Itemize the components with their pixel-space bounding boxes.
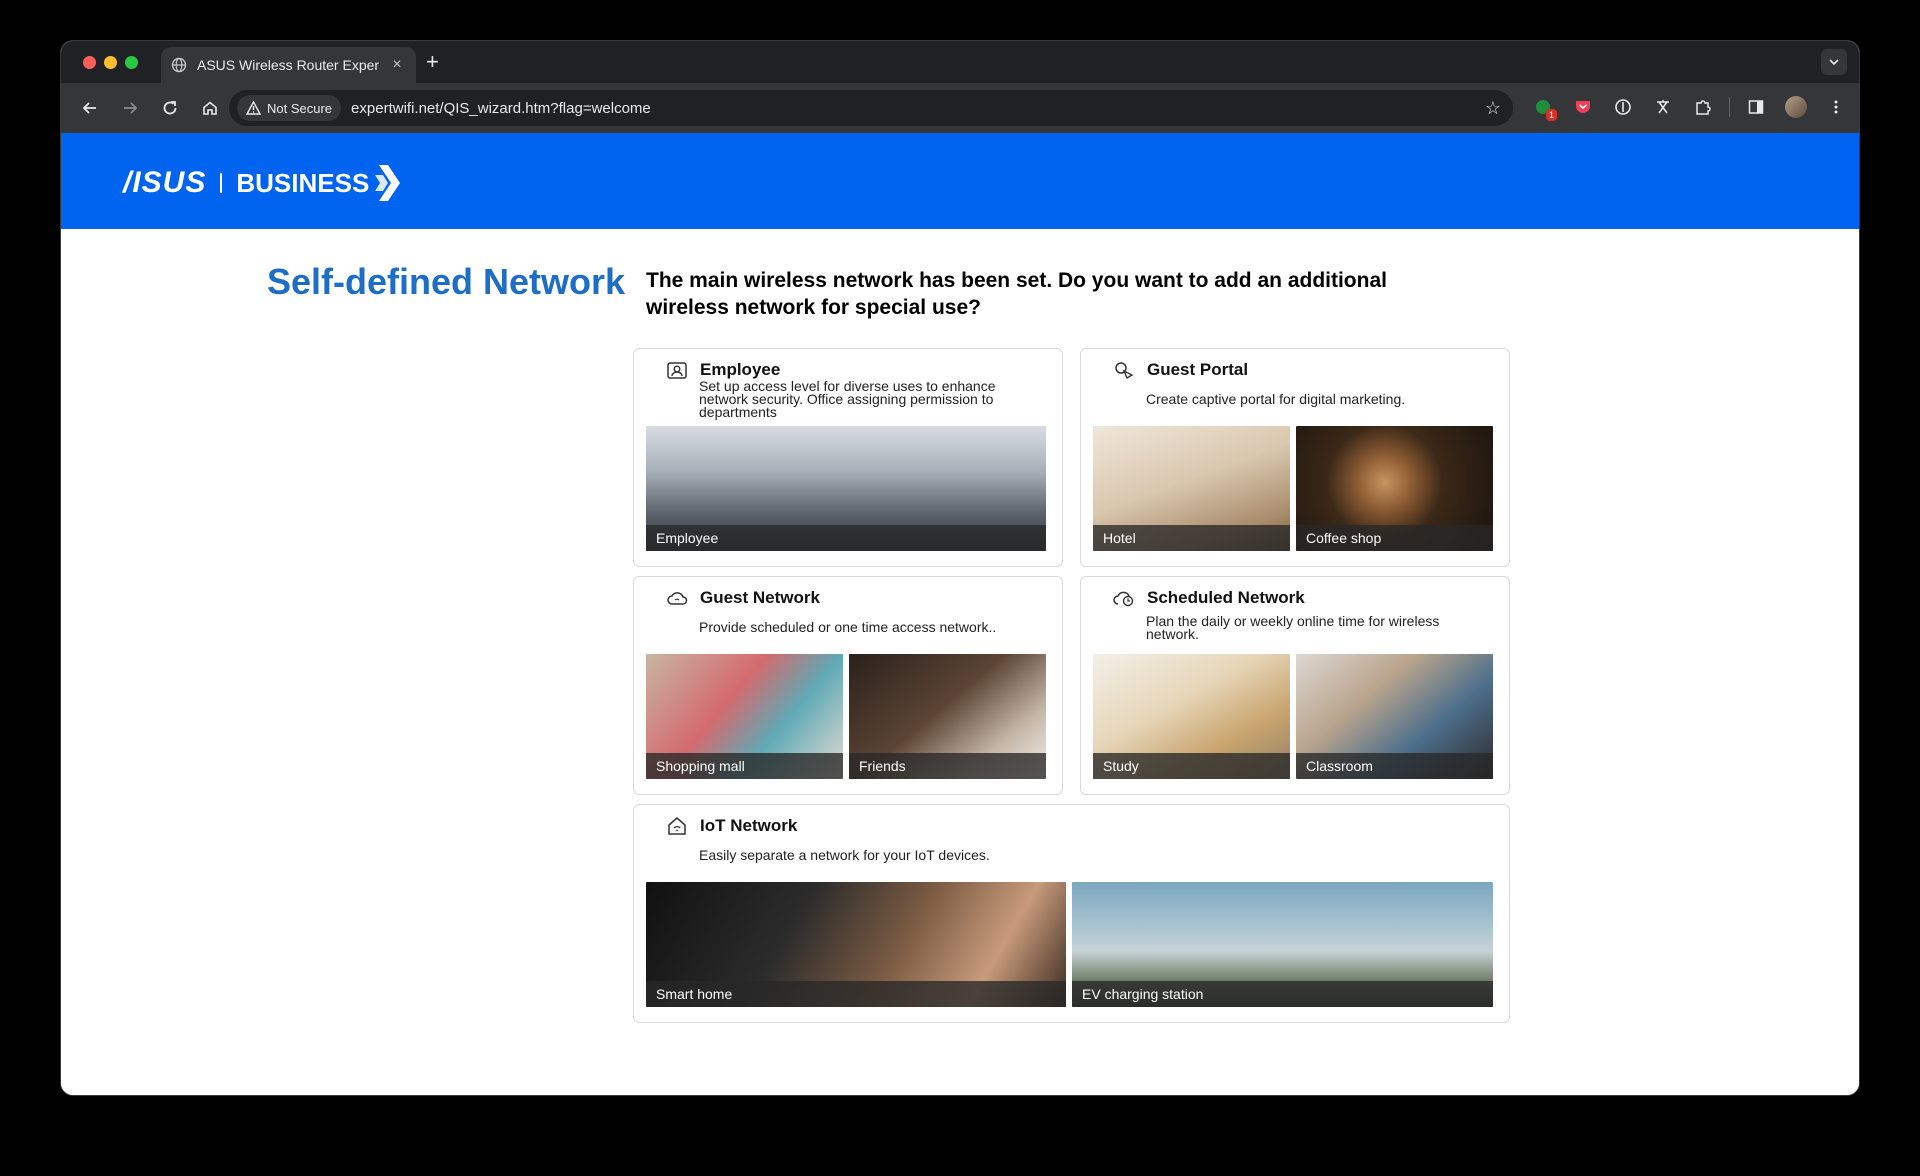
chevron-down-icon <box>1829 59 1839 66</box>
forward-button[interactable] <box>115 93 145 123</box>
reload-button[interactable] <box>155 93 185 123</box>
card-scheduled-network[interactable]: Scheduled Network Plan the daily or week… <box>1080 576 1510 795</box>
navigation-buttons <box>75 93 225 123</box>
asus-business-logo: /ISUS BUSINESS <box>123 165 401 201</box>
maximize-window-button[interactable] <box>125 56 138 69</box>
photo-hotel[interactable]: Hotel <box>1093 426 1290 551</box>
minimize-window-button[interactable] <box>104 56 117 69</box>
iot-home-icon <box>668 817 686 835</box>
security-label: Not Secure <box>267 100 333 116</box>
page-title: Self-defined Network <box>267 261 626 302</box>
window-controls <box>83 56 138 69</box>
card-guest-network[interactable]: Guest Network Provide scheduled or one t… <box>633 576 1063 795</box>
photo-smart-home[interactable]: Smart home <box>646 882 1066 1007</box>
card-title: Scheduled Network <box>1147 588 1305 607</box>
avatar <box>1785 96 1807 118</box>
schedule-icon <box>1113 591 1134 607</box>
back-button[interactable] <box>75 93 105 123</box>
tab-strip: ASUS Wireless Router Exper × + <box>61 41 1859 83</box>
profile-button[interactable] <box>1782 93 1810 121</box>
puzzle-icon <box>1696 100 1711 115</box>
card-description: Plan the daily or weekly online time for… <box>1146 613 1440 642</box>
arrow-right-icon <box>124 102 138 114</box>
extension-badge: 1 <box>1545 109 1557 121</box>
more-vertical-icon <box>1834 100 1838 114</box>
page-header: /ISUS BUSINESS <box>61 133 1859 229</box>
card-header: Guest Network <box>666 587 820 609</box>
shield-icon <box>1615 99 1631 115</box>
card-description: Easily separate a network for your IoT d… <box>699 847 990 863</box>
card-title: IoT Network <box>700 816 798 835</box>
photo-caption: EV charging station <box>1072 981 1493 1007</box>
menu-button[interactable] <box>1822 93 1850 121</box>
card-title: Employee <box>700 360 781 379</box>
photo-caption: Smart home <box>646 981 1066 1007</box>
photo-caption: Hotel <box>1093 525 1290 551</box>
translate-extension-button[interactable] <box>1649 93 1677 121</box>
tab-title: ASUS Wireless Router Exper <box>197 57 380 73</box>
id-card-icon <box>667 362 687 379</box>
photo-caption: Friends <box>849 753 1046 779</box>
translate-icon <box>1657 100 1669 114</box>
side-panel-icon <box>1748 100 1764 114</box>
setup-question: The main wireless network has been set. … <box>646 269 1387 319</box>
home-icon <box>203 101 217 115</box>
card-description: Create captive portal for digital market… <box>1146 391 1406 407</box>
warning-icon <box>246 101 261 115</box>
card-header: Guest Portal <box>1113 359 1248 381</box>
url-text[interactable]: expertwifi.net/QIS_wizard.htm?flag=welco… <box>351 100 651 117</box>
side-panel-button[interactable] <box>1742 93 1770 121</box>
browser-window: ASUS Wireless Router Exper × + Not Secur… <box>61 41 1859 1095</box>
extension-green-button[interactable]: 1 <box>1529 93 1557 121</box>
arrow-left-icon <box>82 102 96 114</box>
browser-toolbar: Not Secure expertwifi.net/QIS_wizard.htm… <box>61 83 1859 133</box>
photo-employee[interactable]: Employee <box>646 426 1046 551</box>
card-iot-network[interactable]: IoT Network Easily separate a network fo… <box>633 804 1510 1023</box>
card-description: Set up access level for diverse uses to … <box>699 378 996 420</box>
new-tab-button[interactable]: + <box>426 50 439 74</box>
vpn-extension-button[interactable] <box>1609 93 1637 121</box>
card-title: Guest Portal <box>1147 360 1249 379</box>
portal-icon <box>1115 362 1134 380</box>
toolbar-separator <box>1729 97 1730 117</box>
pocket-icon <box>1576 101 1590 113</box>
browser-tab[interactable]: ASUS Wireless Router Exper × <box>161 47 416 83</box>
extensions-area: 1 <box>1529 93 1850 121</box>
close-window-button[interactable] <box>83 56 96 69</box>
card-description: Provide scheduled or one time access net… <box>699 619 997 635</box>
photo-caption: Classroom <box>1296 753 1493 779</box>
card-title: Guest Network <box>700 588 820 607</box>
photo-caption: Shopping mall <box>646 753 843 779</box>
business-logo-text: BUSINESS <box>236 167 370 198</box>
tab-close-icon[interactable]: × <box>388 56 406 74</box>
photo-caption: Employee <box>646 525 1046 551</box>
card-employee[interactable]: Employee Set up access level for diverse… <box>633 348 1063 567</box>
card-header: IoT Network <box>666 815 797 837</box>
address-bar[interactable]: Not Secure expertwifi.net/QIS_wizard.htm… <box>229 90 1513 126</box>
logo-divider <box>220 173 223 193</box>
photo-classroom[interactable]: Classroom <box>1296 654 1493 779</box>
reload-icon <box>163 101 177 115</box>
business-arrow-icon <box>375 165 401 201</box>
bookmark-star-icon[interactable]: ☆ <box>1485 98 1501 119</box>
photo-ev-charging-station[interactable]: EV charging station <box>1072 882 1493 1007</box>
photo-caption: Study <box>1093 753 1290 779</box>
photo-caption: Coffee shop <box>1296 525 1493 551</box>
photo-shopping-mall[interactable]: Shopping mall <box>646 654 843 779</box>
photo-friends[interactable]: Friends <box>849 654 1046 779</box>
asus-logo-text: /ISUS <box>123 166 207 199</box>
home-button[interactable] <box>195 93 225 123</box>
photo-study[interactable]: Study <box>1093 654 1290 779</box>
card-guest-portal[interactable]: Guest Portal Create captive portal for d… <box>1080 348 1510 567</box>
web-page: /ISUS BUSINESS Self-defined Network The … <box>61 133 1859 1095</box>
photo-coffee-shop[interactable]: Coffee shop <box>1296 426 1493 551</box>
card-header: Scheduled Network <box>1113 587 1305 609</box>
globe-icon <box>171 57 187 73</box>
security-chip[interactable]: Not Secure <box>237 95 342 121</box>
pocket-button[interactable] <box>1569 93 1597 121</box>
wifi-cloud-icon <box>667 592 688 605</box>
extensions-button[interactable] <box>1689 93 1717 121</box>
tab-search-button[interactable] <box>1821 49 1847 75</box>
